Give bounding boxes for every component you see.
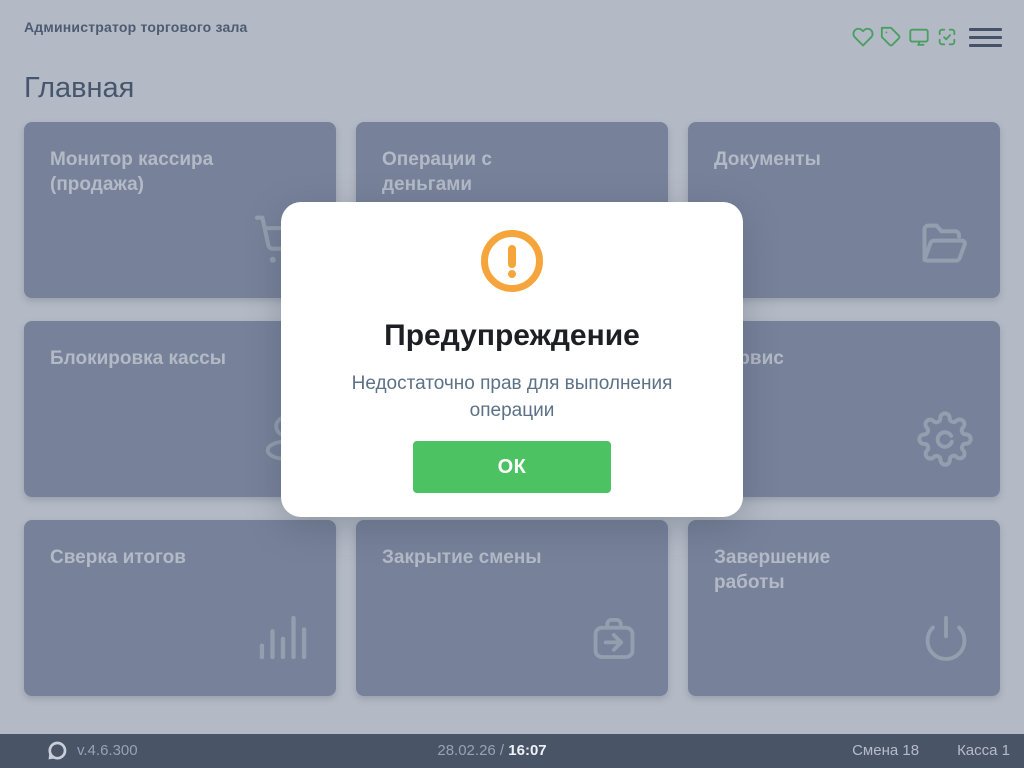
tile-shift-close[interactable]: Закрытие смены — [356, 520, 668, 696]
bar-chart-icon — [258, 615, 308, 664]
ok-button[interactable]: ОК — [413, 441, 611, 493]
header-icon-bar — [852, 26, 958, 48]
scan-check-icon[interactable] — [936, 26, 958, 48]
display-icon[interactable] — [908, 26, 930, 48]
page-title: Главная — [24, 72, 134, 105]
warning-exclamation-icon — [481, 230, 543, 292]
tile-label: Монитор кассира (продажа) — [50, 147, 235, 197]
folder-open-icon — [917, 216, 973, 273]
datetime-separator: / — [496, 742, 509, 759]
briefcase-arrow-icon — [587, 612, 641, 671]
tile-label: Документы — [714, 147, 821, 172]
tile-totals-reconciliation[interactable]: Сверка итогов — [24, 520, 336, 696]
tile-label: Закрытие смены — [382, 545, 542, 570]
app-title: Администратор торгового зала — [24, 19, 248, 35]
tile-label: Завершение работы — [714, 545, 899, 595]
status-bar: v.4.6.300 28.02.26 / 16:07 Смена 18 Касс… — [0, 734, 1024, 768]
register-label: Касса 1 — [957, 742, 1010, 759]
version-label: v.4.6.300 — [77, 742, 138, 759]
tile-shutdown[interactable]: Завершение работы — [688, 520, 1000, 696]
menu-icon[interactable] — [969, 28, 1002, 47]
tile-label: Блокировка кассы — [50, 346, 226, 371]
dialog-title: Предупреждение — [281, 319, 743, 353]
heart-icon[interactable] — [852, 26, 874, 48]
date-label: 28.02.26 — [437, 742, 495, 759]
tile-label: Сверка итогов — [50, 545, 186, 570]
power-icon — [919, 612, 973, 671]
tile-label: Операции с деньгами — [382, 147, 567, 197]
datetime-label: 28.02.26 / 16:07 — [437, 742, 546, 759]
time-label: 16:07 — [508, 742, 546, 759]
tag-icon[interactable] — [880, 26, 902, 48]
shift-label: Смена 18 — [852, 742, 919, 759]
main-screen: Администратор торгового зала Главная Мон… — [0, 0, 1024, 768]
warning-dialog: Предупреждение Недостаточно прав для вып… — [281, 202, 743, 517]
gear-icon — [917, 411, 973, 472]
dialog-message: Недостаточно прав для выполнения операци… — [332, 370, 692, 424]
app-logo-icon — [46, 740, 68, 762]
